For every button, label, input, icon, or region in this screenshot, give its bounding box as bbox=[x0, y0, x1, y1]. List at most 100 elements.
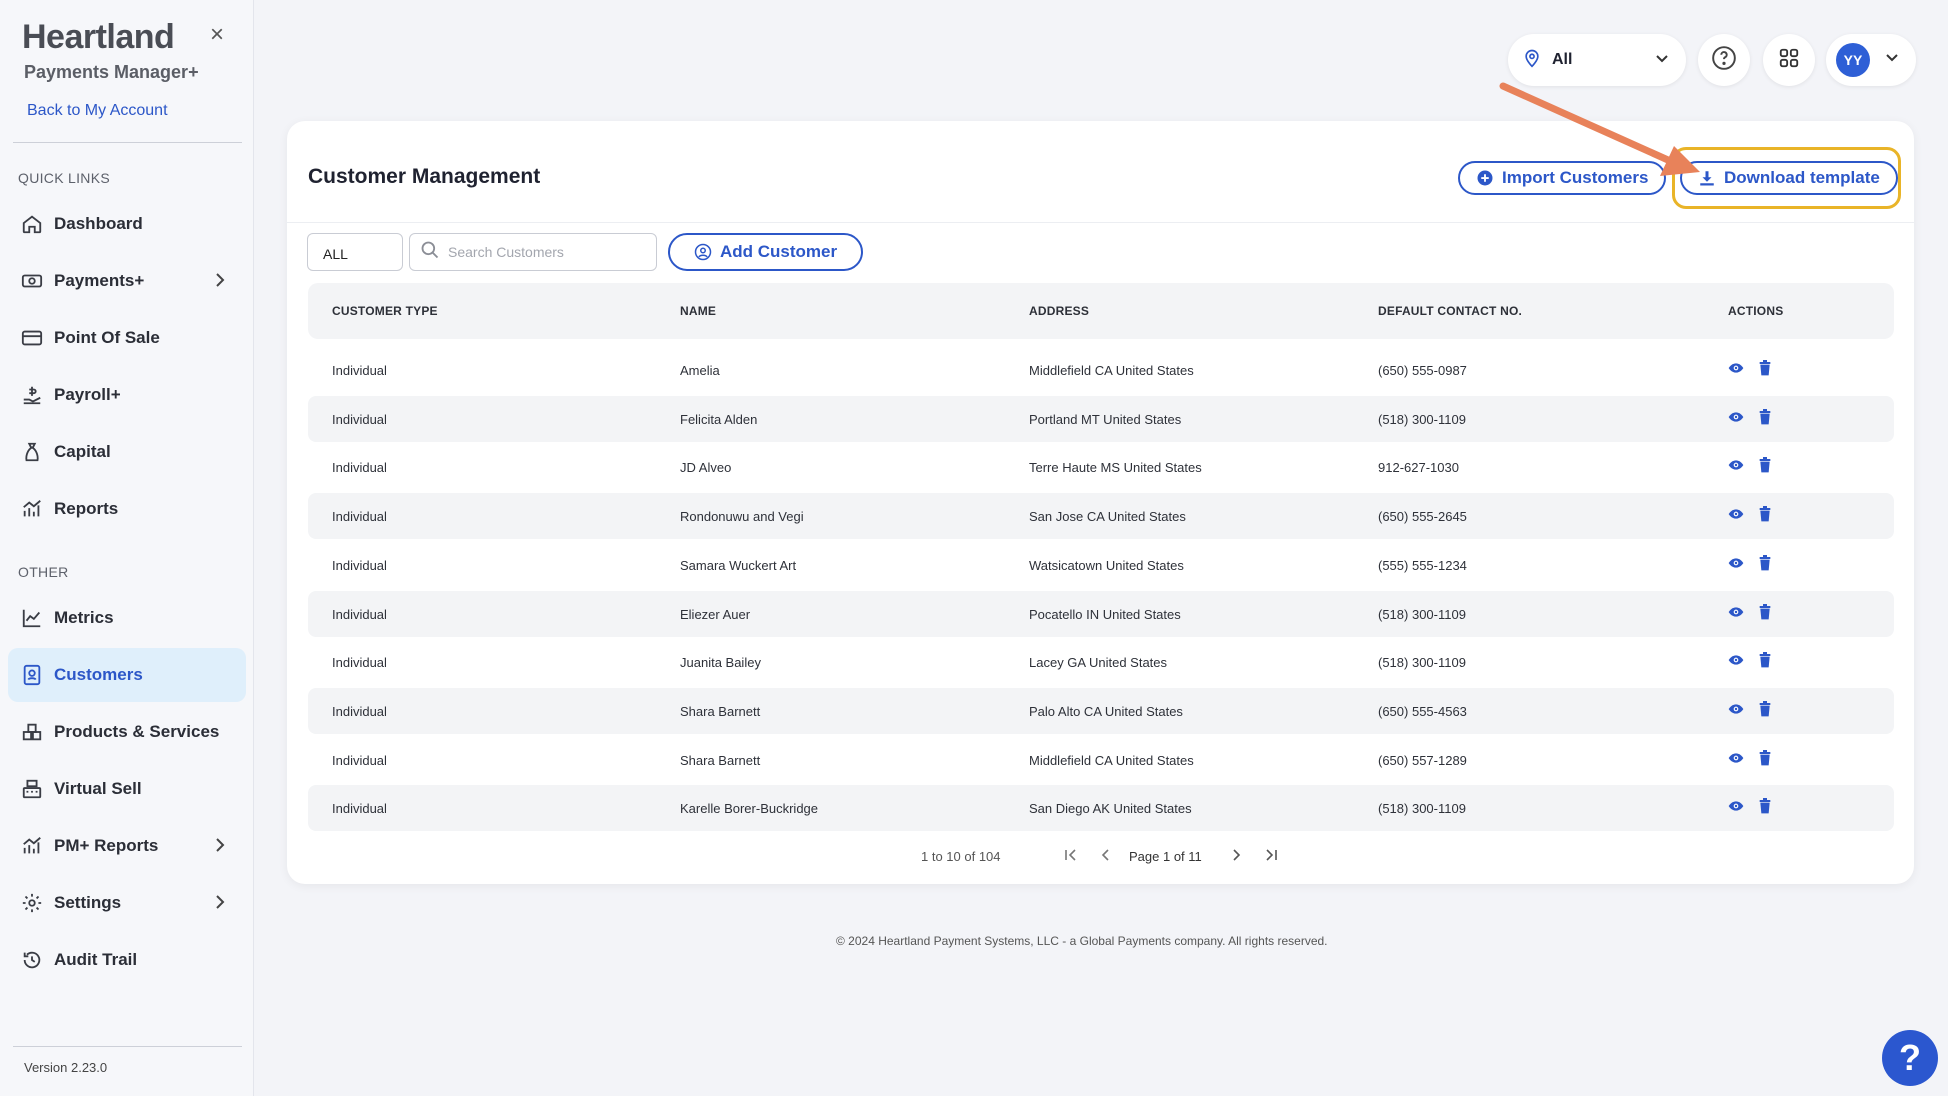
next-page-icon[interactable] bbox=[1226, 845, 1246, 865]
cell-name: Felicita Alden bbox=[680, 411, 758, 427]
trash-icon[interactable] bbox=[1758, 554, 1772, 571]
cell-phone: (555) 555-1234 bbox=[1378, 557, 1467, 573]
pager-count: 1 to 10 of 104 bbox=[921, 849, 1001, 864]
apps-button[interactable] bbox=[1763, 34, 1815, 86]
search-input[interactable] bbox=[448, 244, 648, 260]
eye-icon[interactable] bbox=[1728, 652, 1744, 668]
cell-customer-type: Individual bbox=[332, 606, 387, 622]
cell-address: Palo Alto CA United States bbox=[1029, 703, 1183, 719]
trash-icon[interactable] bbox=[1758, 652, 1772, 668]
trash-icon[interactable] bbox=[1758, 360, 1772, 376]
sidebar-item-customers[interactable]: Customers bbox=[8, 648, 246, 702]
column-header: ADDRESS bbox=[1029, 304, 1090, 318]
cell-phone: (650) 555-0987 bbox=[1378, 363, 1467, 378]
sidebar-item-label: Payments+ bbox=[54, 271, 145, 290]
cell-address: Watsicatown United States bbox=[1029, 557, 1184, 573]
eye-icon[interactable] bbox=[1728, 457, 1744, 473]
table-row: Individual Samara Wuckert Art Watsicatown … bbox=[308, 542, 1894, 588]
sidebar-item-pm-reports[interactable]: PM+ Reports bbox=[8, 819, 246, 873]
sidebar-item-reports[interactable]: Reports bbox=[8, 482, 246, 536]
line-chart-icon bbox=[20, 606, 44, 630]
trash-icon[interactable] bbox=[1758, 603, 1772, 620]
help-chat-button[interactable]: ? bbox=[1882, 1030, 1938, 1086]
trash-icon[interactable] bbox=[1758, 798, 1772, 814]
eye-icon[interactable] bbox=[1728, 750, 1744, 766]
cell-customer-type: Individual bbox=[332, 557, 387, 573]
first-page-icon[interactable] bbox=[1061, 845, 1081, 865]
sidebar-item-capital[interactable]: Capital bbox=[8, 425, 246, 479]
help-button[interactable] bbox=[1698, 34, 1750, 86]
row-actions bbox=[1728, 506, 1772, 522]
eye-icon[interactable] bbox=[1728, 360, 1744, 376]
table-row: Individual Felicita Alden Portland MT Unit… bbox=[308, 395, 1894, 442]
sidebar-item-label: Reports bbox=[54, 499, 119, 518]
row-actions bbox=[1728, 408, 1772, 425]
bar-chart-icon bbox=[20, 497, 44, 521]
location-pin-icon bbox=[1522, 47, 1542, 74]
trash-icon[interactable] bbox=[1758, 700, 1772, 717]
chevron-right-icon bbox=[214, 894, 226, 915]
table-row: Individual Juanita Bailey Lacey GA United … bbox=[308, 639, 1894, 685]
sidebar-item-point-of-sale[interactable]: Point Of Sale bbox=[8, 311, 246, 365]
chevron-down-icon bbox=[1654, 52, 1670, 71]
sidebar-item-label: Metrics bbox=[54, 608, 114, 627]
plus-circle-icon bbox=[1476, 169, 1494, 187]
add-customer-button[interactable]: Add Customer bbox=[668, 233, 864, 271]
customer-filter-select[interactable]: ALL bbox=[307, 233, 403, 271]
close-icon[interactable]: × bbox=[206, 23, 228, 47]
cell-phone: (518) 300-1109 bbox=[1378, 411, 1466, 427]
trash-icon[interactable] bbox=[1758, 506, 1772, 522]
payments-icon bbox=[20, 269, 44, 293]
sidebar-item-audit-trail[interactable]: Audit Trail bbox=[8, 933, 246, 987]
table-row: Individual Eliezer Auer Pocatello IN Unite… bbox=[308, 590, 1894, 637]
sidebar-item-settings[interactable]: Settings bbox=[8, 876, 246, 930]
sidebar-item-label: Virtual Sell bbox=[54, 779, 142, 798]
cell-address: San Diego AK United States bbox=[1029, 801, 1192, 817]
sidebar-item-payroll[interactable]: Payroll+ bbox=[8, 368, 246, 422]
add-customer-label: Add Customer bbox=[720, 242, 838, 261]
divider bbox=[287, 222, 1914, 223]
cell-phone: 912-627-1030 bbox=[1378, 460, 1459, 476]
cell-name: JD Alveo bbox=[680, 460, 732, 476]
cell-address: San Jose CA United States bbox=[1029, 509, 1186, 525]
back-to-account-link[interactable]: Back to My Account bbox=[27, 102, 168, 120]
divider bbox=[13, 142, 242, 143]
chevron-down-icon bbox=[1884, 51, 1900, 70]
sidebar-item-metrics[interactable]: Metrics bbox=[8, 591, 246, 645]
eye-icon[interactable] bbox=[1728, 506, 1744, 522]
cell-customer-type: Individual bbox=[332, 752, 387, 768]
sidebar-item-payments[interactable]: Payments+ bbox=[8, 254, 246, 308]
card-icon bbox=[20, 326, 44, 350]
sidebar-item-products-services[interactable]: Products & Services bbox=[8, 705, 246, 759]
row-actions bbox=[1728, 457, 1772, 473]
trash-icon[interactable] bbox=[1758, 749, 1772, 766]
eye-icon[interactable] bbox=[1728, 604, 1744, 620]
trash-icon[interactable] bbox=[1758, 408, 1772, 425]
cell-name: Karelle Borer-Buckridge bbox=[680, 801, 819, 817]
sidebar-item-dashboard[interactable]: Dashboard bbox=[8, 197, 246, 251]
contacts-icon bbox=[20, 663, 44, 687]
cell-name: Shara Barnett bbox=[680, 752, 761, 768]
prev-page-icon[interactable] bbox=[1096, 845, 1116, 865]
row-actions bbox=[1728, 652, 1772, 668]
eye-icon[interactable] bbox=[1728, 701, 1744, 717]
sidebar-item-label: Dashboard bbox=[54, 214, 143, 233]
eye-icon[interactable] bbox=[1728, 798, 1744, 814]
search-box[interactable] bbox=[409, 233, 657, 271]
eye-icon[interactable] bbox=[1728, 555, 1744, 571]
last-page-icon[interactable] bbox=[1261, 845, 1281, 865]
table-row: Individual Amelia Middlefield CA United St… bbox=[308, 347, 1894, 393]
trash-icon[interactable] bbox=[1758, 457, 1772, 473]
import-customers-button[interactable]: Import Customers bbox=[1458, 161, 1667, 195]
location-select[interactable]: All bbox=[1508, 34, 1686, 86]
user-menu-button[interactable]: YY bbox=[1826, 34, 1916, 86]
sidebar-item-label: Customers bbox=[54, 665, 143, 684]
sidebar-item-virtual-sell[interactable]: Virtual Sell bbox=[8, 762, 246, 816]
user-circle-icon bbox=[694, 243, 712, 261]
sidebar-item-label: Payroll+ bbox=[54, 385, 121, 404]
cell-name: Rondonuwu and Vegi bbox=[680, 509, 804, 525]
column-header: DEFAULT CONTACT NO. bbox=[1378, 304, 1523, 318]
home-icon bbox=[20, 212, 44, 236]
cell-phone: (518) 300-1109 bbox=[1378, 801, 1466, 817]
eye-icon[interactable] bbox=[1728, 409, 1744, 425]
